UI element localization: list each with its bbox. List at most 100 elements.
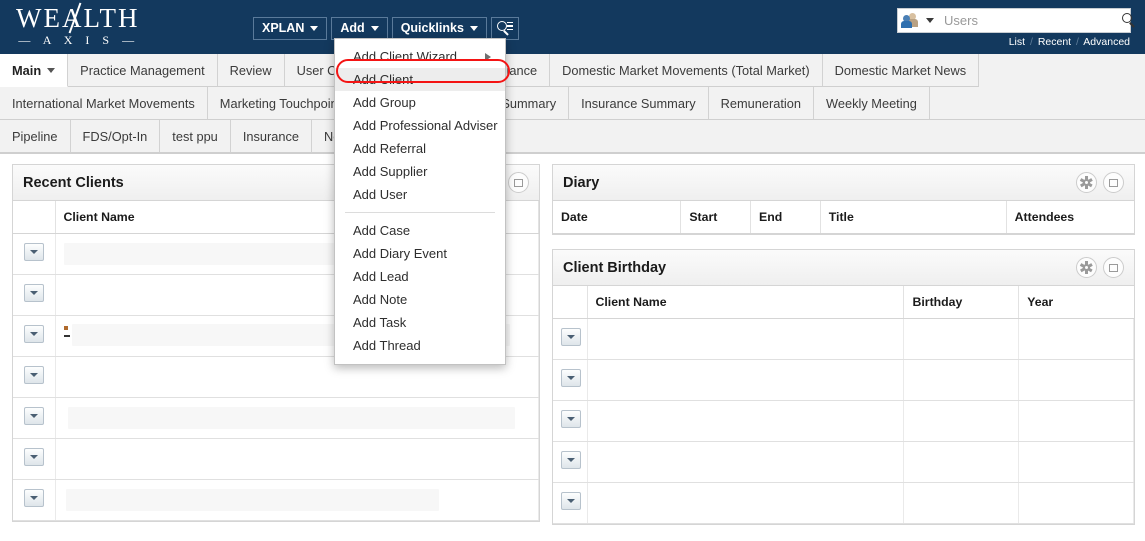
brand-logo-main: WEALTH: [14, 2, 139, 34]
panel-actions: [1076, 257, 1124, 278]
menu-item-add-lead[interactable]: Add Lead: [335, 265, 505, 288]
tab-domestic-market-news[interactable]: Domestic Market News: [822, 54, 980, 87]
quicklinks-menu-button[interactable]: Quicklinks: [391, 17, 487, 40]
row-menu-cell[interactable]: [13, 274, 56, 316]
menu-item-add-referral[interactable]: Add Referral: [335, 137, 505, 160]
settings-button[interactable]: [1076, 172, 1097, 193]
menu-item-add-task[interactable]: Add Task: [335, 311, 505, 334]
row-menu-button[interactable]: [23, 488, 44, 507]
table-header-date: Date: [553, 201, 682, 234]
tab-insurance[interactable]: Insurance: [230, 120, 313, 153]
table-row[interactable]: [553, 318, 1134, 360]
row-menu-button[interactable]: [23, 406, 44, 425]
row-menu-button[interactable]: [23, 447, 44, 466]
global-search-box[interactable]: [897, 8, 1135, 33]
row-menu-button[interactable]: [23, 324, 44, 343]
row-menu-cell[interactable]: [553, 400, 588, 442]
tab-fds-opt-in[interactable]: FDS/Opt-In: [70, 120, 161, 153]
search-link-recent[interactable]: Recent: [1038, 36, 1071, 48]
tab-main[interactable]: Main: [0, 54, 69, 87]
menu-item-label: Add Task: [353, 315, 407, 330]
chevron-down-icon[interactable]: [926, 18, 934, 23]
add-menu-button[interactable]: Add: [331, 17, 388, 40]
tab-weekly-meeting[interactable]: Weekly Meeting: [814, 87, 930, 120]
panel-client-birthday: Client Birthday Client Name Birthday Yea…: [552, 249, 1135, 525]
menu-item-add-thread[interactable]: Add Thread: [335, 334, 505, 357]
cell-client-name: [587, 441, 905, 483]
table-header-row: Client Name Birthday Year: [553, 286, 1134, 319]
row-menu-cell[interactable]: [553, 359, 588, 401]
table-header-title: Title: [820, 201, 1007, 234]
diary-table: Date Start End Title Attendees: [553, 201, 1134, 234]
xplan-menu-label: XPLAN: [262, 21, 305, 35]
table-row[interactable]: [13, 397, 539, 439]
tab-test-ppu[interactable]: test ppu: [160, 120, 231, 153]
row-menu-cell[interactable]: [553, 318, 588, 360]
search-input[interactable]: [942, 12, 1122, 29]
row-menu-button[interactable]: [561, 491, 581, 510]
add-dropdown-menu[interactable]: Add Client Wizard Add Client Add Group Add …: [334, 38, 506, 365]
restore-button[interactable]: [1103, 257, 1124, 278]
search-icon[interactable]: [1122, 13, 1137, 28]
menu-item-add-professional-adviser[interactable]: Add Professional Adviser: [335, 114, 505, 137]
menu-item-add-client-wizard[interactable]: Add Client Wizard: [335, 45, 505, 68]
row-menu-button[interactable]: [561, 450, 581, 469]
menu-item-label: Add Case: [353, 223, 411, 238]
search-list-button[interactable]: [490, 17, 519, 40]
cell-client-name: [587, 400, 905, 442]
row-menu-button[interactable]: [561, 409, 581, 428]
client-birthday-table: Client Name Birthday Year: [553, 286, 1134, 524]
table-header-start: Start: [680, 201, 752, 234]
table-row[interactable]: [13, 438, 539, 480]
gear-icon: [1080, 261, 1093, 274]
tab-pipeline[interactable]: Pipeline: [0, 120, 71, 153]
row-menu-cell[interactable]: [13, 233, 56, 275]
row-menu-cell[interactable]: [13, 356, 56, 398]
table-row[interactable]: [13, 479, 539, 521]
menu-item-add-supplier[interactable]: Add Supplier: [335, 160, 505, 183]
tab-domestic-market-movements[interactable]: Domestic Market Movements (Total Market): [550, 54, 823, 87]
menu-item-add-diary-event[interactable]: Add Diary Event: [335, 242, 505, 265]
brand-logo[interactable]: WEALTH — A X I S —: [14, 2, 139, 47]
menu-item-add-group[interactable]: Add Group: [335, 91, 505, 114]
restore-button[interactable]: [1103, 172, 1124, 193]
table-row[interactable]: [553, 482, 1134, 524]
menu-item-add-note[interactable]: Add Note: [335, 288, 505, 311]
menu-item-label: Add Referral: [353, 141, 426, 156]
xplan-menu-button[interactable]: XPLAN: [253, 17, 328, 40]
row-menu-cell[interactable]: [13, 397, 56, 439]
cell-year: [1018, 400, 1134, 442]
table-row[interactable]: [553, 359, 1134, 401]
menu-item-add-client[interactable]: Add Client: [335, 68, 505, 91]
chevron-down-icon: [370, 25, 379, 31]
menu-item-label: Add Client Wizard: [353, 49, 458, 64]
restore-button[interactable]: [508, 172, 529, 193]
tab-international-market-movements[interactable]: International Market Movements: [0, 87, 208, 120]
table-row[interactable]: [553, 441, 1134, 483]
table-row[interactable]: [553, 400, 1134, 442]
search-link-list[interactable]: List: [1009, 36, 1025, 48]
tab-review[interactable]: Review: [217, 54, 285, 87]
menu-item-add-user[interactable]: Add User: [335, 183, 505, 206]
menu-item-label: Add Diary Event: [353, 246, 447, 261]
row-menu-button[interactable]: [23, 365, 44, 384]
row-menu-cell[interactable]: [553, 482, 588, 524]
dashboard-content: Recent Clients Client Name Diary Date St…: [0, 154, 1145, 525]
search-link-advanced[interactable]: Advanced: [1083, 36, 1130, 48]
menu-item-label: Add Note: [353, 292, 408, 307]
link-separator: /: [1029, 36, 1033, 48]
tab-practice-management[interactable]: Practice Management: [68, 54, 218, 87]
row-menu-button[interactable]: [23, 242, 44, 261]
row-menu-button[interactable]: [561, 368, 581, 387]
row-menu-cell[interactable]: [13, 315, 56, 357]
tab-remuneration[interactable]: Remuneration: [708, 87, 815, 120]
row-menu-cell[interactable]: [13, 438, 56, 480]
row-menu-button[interactable]: [561, 327, 581, 346]
settings-button[interactable]: [1076, 257, 1097, 278]
table-header-birthday: Birthday: [903, 286, 1020, 319]
menu-item-add-case[interactable]: Add Case: [335, 219, 505, 242]
row-menu-cell[interactable]: [13, 479, 56, 521]
tab-insurance-summary[interactable]: Insurance Summary: [569, 87, 709, 120]
row-menu-cell[interactable]: [553, 441, 588, 483]
row-menu-button[interactable]: [23, 283, 44, 302]
